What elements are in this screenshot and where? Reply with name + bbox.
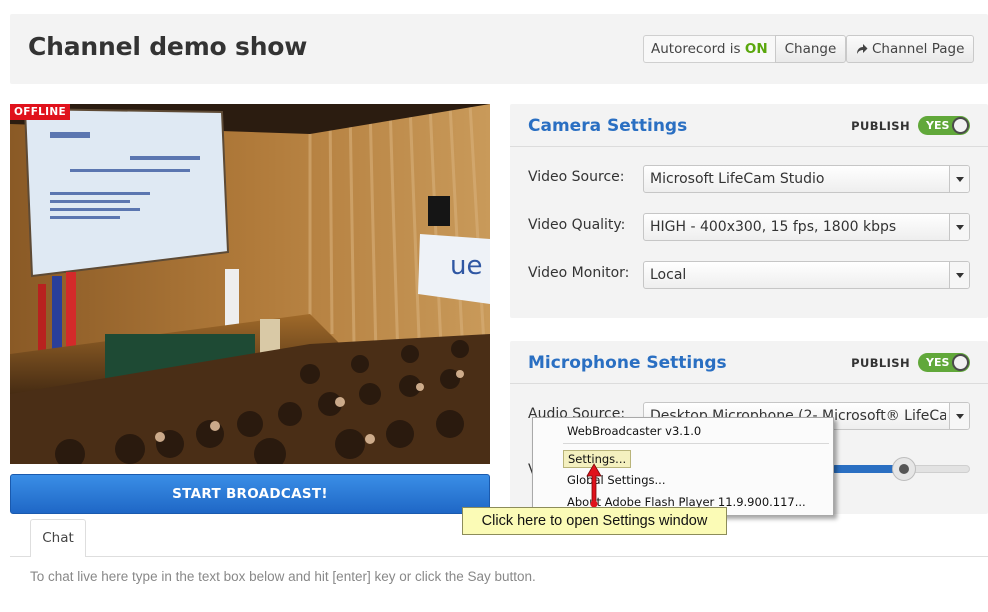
chevron-down-icon (949, 262, 969, 288)
video-monitor-value: Local (650, 267, 687, 283)
menu-divider (563, 443, 829, 444)
autorecord-state: ON (744, 41, 768, 57)
microphone-publish-label: PUBLISH (851, 356, 910, 370)
flash-context-menu: WebBroadcaster v3.1.0 Settings... Global… (532, 417, 834, 516)
chat-tab-divider (10, 556, 988, 557)
svg-text:ue: ue (450, 251, 482, 281)
share-arrow-icon (857, 44, 868, 54)
page-header: Channel demo show Autorecord is ON Chang… (10, 14, 988, 84)
camera-settings-title: Camera Settings (528, 116, 688, 136)
video-quality-value: HIGH - 400x300, 15 fps, 1800 kbps (650, 219, 897, 235)
settings-callout: Click here to open Settings window (462, 507, 727, 535)
panel-divider (510, 146, 988, 147)
page-title: Channel demo show (28, 32, 308, 61)
video-monitor-row: Video Monitor: Local (528, 261, 970, 289)
camera-publish-toggle[interactable]: YES (918, 116, 970, 135)
camera-publish-label: PUBLISH (851, 119, 910, 133)
start-broadcast-button[interactable]: START BROADCAST! (10, 474, 490, 514)
autorecord-status: Autorecord is ON (643, 35, 775, 63)
tab-chat[interactable]: Chat (30, 519, 86, 557)
toggle-knob (952, 117, 969, 134)
change-button[interactable]: Change (774, 35, 847, 63)
video-quality-select[interactable]: HIGH - 400x300, 15 fps, 1800 kbps (643, 213, 970, 241)
toggle-knob (952, 354, 969, 371)
video-preview: ue OFFLINE (10, 104, 490, 464)
chevron-down-icon (949, 214, 969, 240)
video-source-label: Video Source: (528, 169, 625, 185)
autorecord-group: Autorecord is ON Change (643, 35, 847, 63)
conference-hall-image: ue (10, 104, 490, 464)
chevron-down-icon (949, 403, 969, 429)
video-quality-row: Video Quality: HIGH - 400x300, 15 fps, 1… (528, 213, 970, 241)
video-source-value: Microsoft LifeCam Studio (650, 171, 825, 187)
channel-page-button[interactable]: Channel Page (846, 35, 975, 63)
microphone-settings-title: Microphone Settings (528, 353, 727, 373)
channel-page-label: Channel Page (872, 41, 965, 57)
volume-slider-handle[interactable] (892, 457, 916, 481)
video-monitor-label: Video Monitor: (528, 265, 630, 281)
video-source-select[interactable]: Microsoft LifeCam Studio (643, 165, 970, 193)
panel-divider (510, 383, 988, 384)
menu-header: WebBroadcaster v3.1.0 (567, 424, 702, 438)
autorecord-label: Autorecord is (651, 41, 741, 57)
offline-badge: OFFLINE (10, 104, 70, 120)
video-source-row: Video Source: Microsoft LifeCam Studio (528, 165, 970, 193)
camera-publish-state: YES (926, 119, 950, 132)
red-arrow-icon (586, 463, 602, 508)
camera-settings-panel: Camera Settings PUBLISH YES Video Source… (510, 104, 988, 318)
chat-hint: To chat live here type in the text box b… (30, 569, 536, 584)
microphone-publish-toggle[interactable]: YES (918, 353, 970, 372)
microphone-publish-state: YES (926, 356, 950, 369)
menu-item-global-settings[interactable]: Global Settings... (567, 473, 665, 487)
video-quality-label: Video Quality: (528, 217, 626, 233)
chevron-down-icon (949, 166, 969, 192)
video-monitor-select[interactable]: Local (643, 261, 970, 289)
